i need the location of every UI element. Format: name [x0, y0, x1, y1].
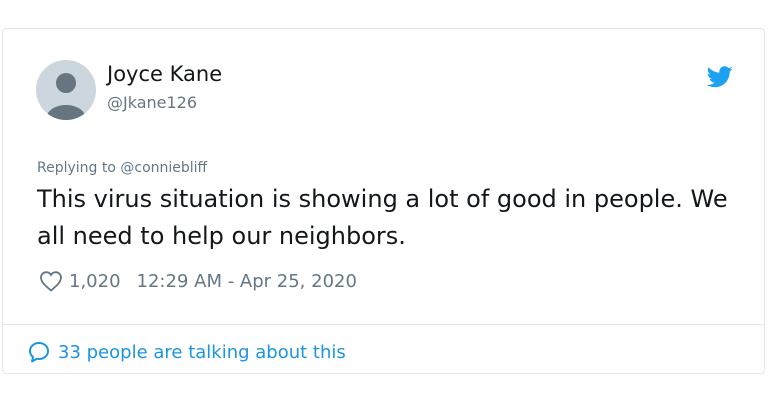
default-avatar-icon [46, 73, 86, 120]
avatar[interactable] [36, 60, 96, 120]
tweet-meta: 1,020 12:29 AM - Apr 25, 2020 [39, 269, 357, 293]
timestamp[interactable]: 12:29 AM - Apr 25, 2020 [137, 271, 357, 292]
user-name[interactable]: Joyce Kane [107, 62, 222, 86]
talking-link[interactable]: 33 people are talking about this [27, 338, 346, 366]
talking-text[interactable]: 33 people are talking about this [58, 342, 346, 363]
user-handle[interactable]: @Jkane126 [107, 93, 197, 112]
divider [3, 324, 764, 325]
heart-outline-icon[interactable] [39, 270, 63, 292]
speech-bubble-icon [29, 342, 49, 363]
twitter-bird-icon[interactable] [707, 66, 733, 88]
tweet-text: This virus situation is showing a lot of… [37, 185, 728, 250]
like-count[interactable]: 1,020 [69, 271, 121, 292]
tweet-card[interactable]: Joyce Kane @Jkane126 Replying to @connie… [2, 28, 765, 374]
replying-to[interactable]: Replying to @conniebliff [37, 160, 207, 176]
